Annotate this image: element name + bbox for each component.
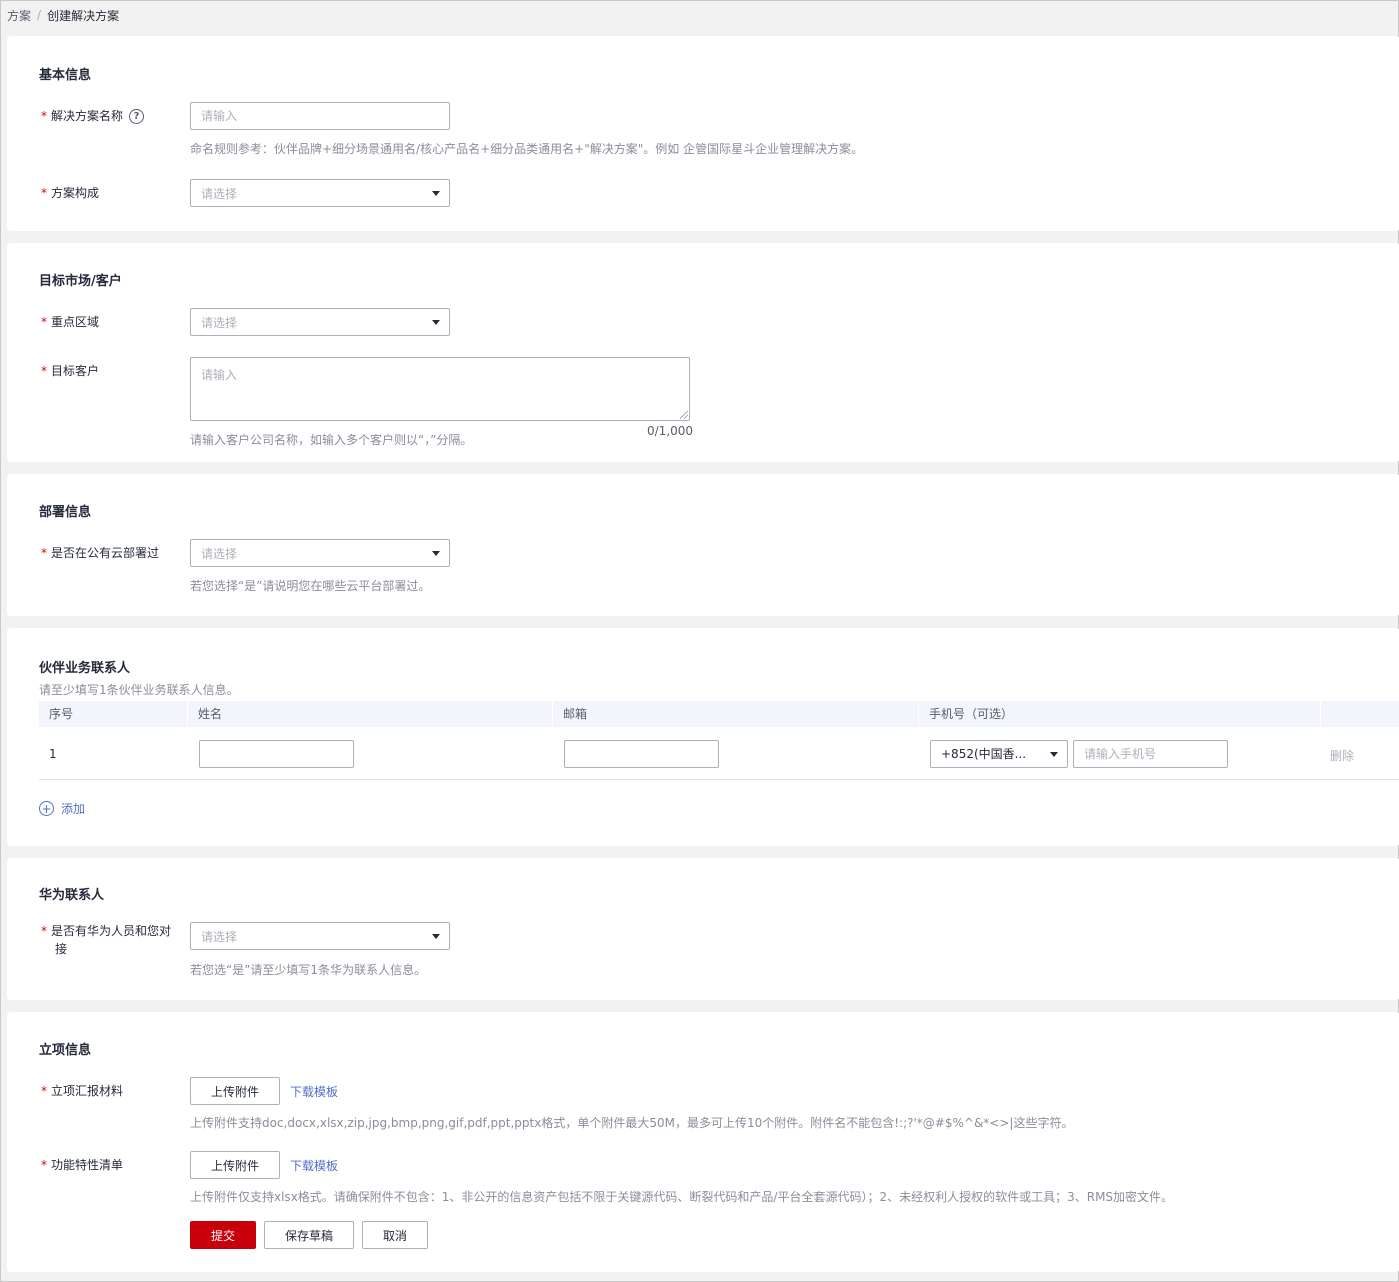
column-header-name: 姓名	[187, 701, 552, 727]
target-customer-label: * 目标客户	[41, 364, 100, 378]
download-feature-template-link[interactable]: 下载模板	[290, 1157, 338, 1174]
section-title-deploy: 部署信息	[39, 505, 92, 520]
target-customer-hint: 请输入客户公司名称，如输入多个客户则以“，”分隔。	[190, 433, 473, 447]
column-header-actions	[1320, 701, 1399, 727]
section-title-market: 目标市场/客户	[39, 274, 122, 289]
solution-name-label: * 解决方案名称?	[41, 107, 145, 125]
public-cloud-hint: 若您选择“是”请说明您在哪些云平台部署过。	[190, 579, 431, 593]
solution-name-input[interactable]	[190, 102, 450, 130]
partner-subhint: 请至少填写1条伙伴业务联系人信息。	[39, 683, 239, 697]
huawei-contact-select[interactable]: 请选择	[190, 922, 450, 950]
partner-contacts-card: 伙伴业务联系人 请至少填写1条伙伴业务联系人信息。 序号 姓名 邮箱 手机号（可…	[7, 628, 1399, 846]
plus-circle-icon: +	[39, 801, 54, 816]
required-mark: *	[41, 186, 47, 200]
column-header-phone: 手机号（可选）	[918, 701, 1320, 727]
feature-list-hint: 上传附件仅支持xlsx格式。请确保附件不包含：1、非公开的信息资产包括不限于关键…	[190, 1190, 1174, 1204]
caret-down-icon	[432, 191, 440, 196]
project-info-card: 立项信息 * 立项汇报材料 上传附件 下载模板 上传附件支持doc,docx,xl…	[7, 1012, 1399, 1272]
delete-row-link[interactable]: 删除	[1330, 747, 1354, 764]
breadcrumb: 方案 / 创建解决方案	[7, 7, 119, 23]
submit-button[interactable]: 提交	[190, 1221, 256, 1249]
required-mark: *	[41, 1084, 47, 1098]
row-index: 1	[49, 747, 57, 761]
composition-select[interactable]: 请选择	[190, 179, 450, 207]
required-mark: *	[41, 546, 47, 560]
region-select[interactable]: 请选择	[190, 308, 450, 336]
target-market-card: 目标市场/客户 *重点区域 请选择 *目标客户 0/1,000 请输入客户公司名…	[7, 243, 1399, 462]
feature-list-label: * 功能特性清单	[41, 1158, 124, 1172]
caret-down-icon	[432, 320, 440, 325]
required-mark: *	[41, 109, 47, 123]
public-cloud-select[interactable]: 请选择	[190, 539, 450, 567]
composition-label: * 方案构成	[41, 186, 100, 200]
deploy-info-card: 部署信息 * 是否在公有云部署过 请选择 若您选择“是”请说明您在哪些云平台部署过…	[7, 474, 1399, 616]
caret-down-icon	[432, 934, 440, 939]
upload-feature-button[interactable]: 上传附件	[190, 1151, 280, 1179]
required-mark: *	[41, 924, 47, 938]
resize-handle-icon[interactable]	[680, 411, 688, 419]
caret-down-icon	[432, 551, 440, 556]
cancel-button[interactable]: 取消	[362, 1221, 428, 1249]
required-mark: *	[41, 1158, 47, 1172]
solution-name-hint: 命名规则参考：伙伴品牌+细分场景通用名/核心产品名+细分品类通用名+"解决方案"…	[190, 142, 864, 156]
report-material-hint: 上传附件支持doc,docx,xlsx,zip,jpg,bmp,png,gif,…	[190, 1116, 1074, 1130]
section-title-partner: 伙伴业务联系人	[39, 661, 131, 676]
section-title-huawei: 华为联系人	[39, 888, 105, 903]
breadcrumb-current: 创建解决方案	[47, 8, 120, 23]
add-contact-button[interactable]: + 添加	[39, 800, 85, 817]
country-code-select[interactable]: +852(中国香...	[930, 740, 1068, 768]
page-frame: 方案 / 创建解决方案 基本信息 *解决方案名称? 命名规则参考：伙伴品牌+细分…	[0, 0, 1399, 1282]
report-material-label: * 立项汇报材料	[41, 1084, 124, 1098]
breadcrumb-parent[interactable]: 方案	[7, 7, 31, 24]
save-draft-button[interactable]: 保存草稿	[264, 1221, 354, 1249]
section-title-project: 立项信息	[39, 1043, 92, 1058]
caret-down-icon	[1050, 752, 1058, 757]
table-header: 序号 姓名 邮箱 手机号（可选）	[39, 701, 1399, 727]
required-mark: *	[41, 315, 47, 329]
section-title-basic: 基本信息	[39, 68, 92, 83]
download-report-template-link[interactable]: 下载模板	[290, 1083, 338, 1100]
column-header-index: 序号	[49, 707, 74, 721]
phone-input[interactable]	[1073, 740, 1228, 768]
contact-name-input[interactable]	[199, 740, 354, 768]
region-label: * 重点区域	[41, 315, 100, 329]
column-header-email: 邮箱	[552, 701, 918, 727]
char-counter: 0/1,000	[647, 424, 694, 438]
contact-email-input[interactable]	[564, 740, 719, 768]
required-mark: *	[41, 364, 47, 378]
breadcrumb-separator: /	[37, 8, 42, 22]
help-icon[interactable]: ?	[129, 109, 145, 124]
huawei-contacts-card: 华为联系人 * 是否有华为人员和您对接 请选择 若您选“是”请至少填写1条华为联系…	[7, 858, 1399, 1000]
table-row: 1 +852(中国香... 删除	[39, 727, 1399, 780]
target-customer-textarea[interactable]	[190, 357, 690, 421]
basic-info-card: 基本信息 *解决方案名称? 命名规则参考：伙伴品牌+细分场景通用名/核心产品名+…	[7, 36, 1399, 231]
huawei-contact-label: * 是否有华为人员和您对接	[41, 924, 172, 956]
public-cloud-label: * 是否在公有云部署过	[41, 546, 160, 560]
upload-report-button[interactable]: 上传附件	[190, 1077, 280, 1105]
huawei-contact-hint: 若您选“是”请至少填写1条华为联系人信息。	[190, 963, 427, 977]
partner-contacts-table: 序号 姓名 邮箱 手机号（可选） 1 +852(中国香... 删除	[39, 701, 1399, 781]
